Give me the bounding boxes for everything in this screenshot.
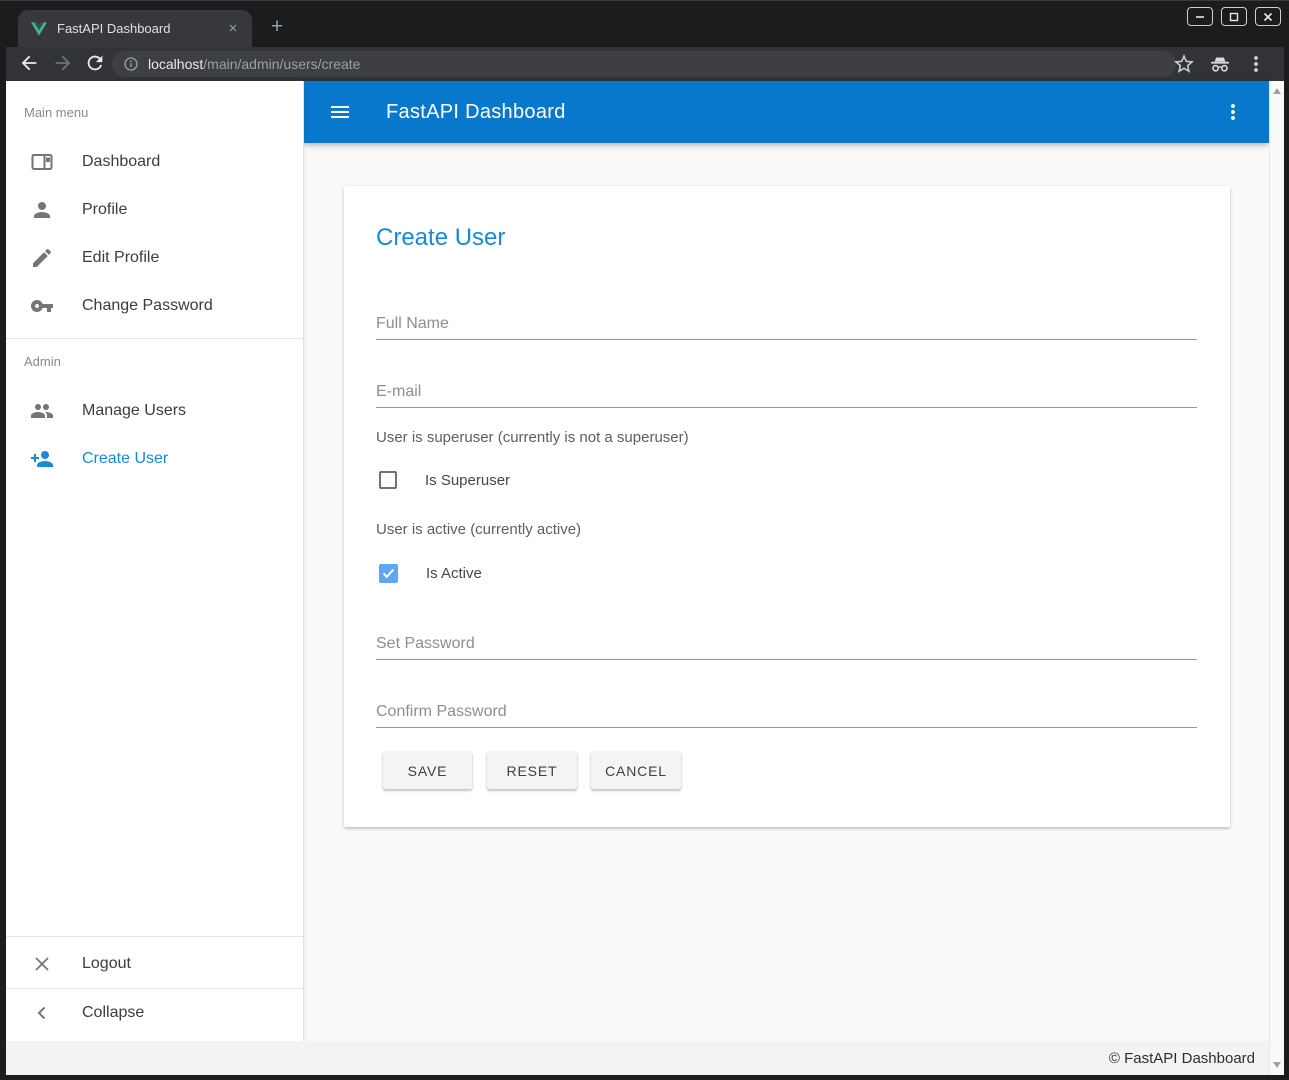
maximize-icon[interactable] <box>1221 7 1247 26</box>
browser-kebab-menu-icon[interactable] <box>1244 52 1268 76</box>
url-path: /main/admin/users/create <box>203 56 360 72</box>
sidebar-divider <box>6 936 303 937</box>
sidebar: Main menu Dashboard Profile Edit Profile <box>6 81 304 1041</box>
chevron-left-icon <box>30 1001 54 1025</box>
pencil-icon <box>30 246 54 270</box>
browser-toolbar: localhost/main/admin/users/create <box>6 47 1284 81</box>
sidebar-item-label: Edit Profile <box>82 249 159 267</box>
forward-icon[interactable] <box>52 52 76 76</box>
sidebar-item-logout[interactable]: Logout <box>6 940 303 988</box>
url-host: localhost <box>148 56 203 72</box>
scrollbar-down-icon[interactable] <box>1273 1062 1281 1068</box>
sidebar-item-collapse[interactable]: Collapse <box>6 989 303 1037</box>
sidebar-item-label: Profile <box>82 201 127 219</box>
close-icon <box>30 952 54 976</box>
reset-button[interactable]: RESET <box>487 752 577 789</box>
sidebar-item-label: Create User <box>82 450 168 468</box>
checkbox-checked-icon[interactable] <box>379 564 398 583</box>
reload-icon[interactable] <box>84 52 108 76</box>
is-active-checkbox[interactable]: Is Active <box>379 564 482 583</box>
person-icon <box>30 198 54 222</box>
sidebar-item-label: Change Password <box>82 297 213 315</box>
key-icon <box>30 294 54 318</box>
sidebar-item-label: Dashboard <box>82 153 160 171</box>
sidebar-item-edit-profile[interactable]: Edit Profile <box>6 234 303 282</box>
window-controls <box>1187 7 1281 26</box>
active-hint: User is active (currently active) <box>376 521 581 538</box>
confirm-password-field[interactable] <box>376 696 1197 728</box>
browser-tab[interactable]: FastAPI Dashboard × <box>18 10 252 47</box>
page-footer: © FastAPI Dashboard <box>6 1041 1269 1075</box>
new-tab-button[interactable]: + <box>264 15 290 41</box>
close-window-icon[interactable] <box>1255 7 1281 26</box>
sidebar-item-change-password[interactable]: Change Password <box>6 282 303 330</box>
sidebar-divider <box>6 338 303 339</box>
card-title: Create User <box>376 224 505 252</box>
back-icon[interactable] <box>18 52 42 76</box>
cancel-button[interactable]: CANCEL <box>591 752 681 789</box>
browser-titlebar: FastAPI Dashboard × + <box>0 1 1289 47</box>
sidebar-item-profile[interactable]: Profile <box>6 186 303 234</box>
appbar-kebab-menu-icon[interactable] <box>1221 100 1245 124</box>
browser-window: FastAPI Dashboard × + <box>0 0 1289 1080</box>
url-bar[interactable]: localhost/main/admin/users/create <box>112 51 1176 77</box>
sidebar-item-create-user[interactable]: Create User <box>6 435 303 483</box>
sidebar-item-manage-users[interactable]: Manage Users <box>6 387 303 435</box>
dashboard-icon <box>30 150 54 174</box>
sidebar-item-label: Logout <box>82 955 131 973</box>
page-content: Main menu Dashboard Profile Edit Profile <box>6 81 1284 1075</box>
superuser-hint: User is superuser (currently is not a su… <box>376 429 689 446</box>
copyright-text: © FastAPI Dashboard <box>1109 1050 1255 1067</box>
save-button[interactable]: SAVE <box>383 752 472 789</box>
hamburger-menu-icon[interactable] <box>328 100 352 124</box>
tab-title: FastAPI Dashboard <box>57 21 224 36</box>
vue-logo-icon <box>31 22 47 36</box>
incognito-icon <box>1208 52 1232 76</box>
sidebar-item-label: Manage Users <box>82 402 186 420</box>
checkbox-unchecked-icon[interactable] <box>379 471 397 489</box>
checkbox-label: Is Superuser <box>425 472 510 489</box>
info-icon[interactable] <box>123 56 139 72</box>
star-icon[interactable] <box>1172 52 1196 76</box>
sidebar-section-header-main-menu: Main menu <box>24 105 88 120</box>
email-field[interactable] <box>376 376 1197 408</box>
minimize-icon[interactable] <box>1187 7 1213 26</box>
create-user-card: Create User User is superuser (currently… <box>344 186 1230 827</box>
sidebar-section-header-admin: Admin <box>24 354 61 369</box>
checkbox-label: Is Active <box>426 565 482 582</box>
scrollbar-up-icon[interactable] <box>1273 88 1281 94</box>
person-add-icon <box>30 447 54 471</box>
sidebar-item-label: Collapse <box>82 1004 144 1022</box>
tab-close-icon[interactable]: × <box>224 20 242 38</box>
is-superuser-checkbox[interactable]: Is Superuser <box>379 471 510 489</box>
appbar-title: FastAPI Dashboard <box>386 101 566 124</box>
set-password-field[interactable] <box>376 628 1197 660</box>
page-scrollbar[interactable] <box>1269 81 1284 1075</box>
people-icon <box>30 399 54 423</box>
full-name-field[interactable] <box>376 308 1197 340</box>
sidebar-item-dashboard[interactable]: Dashboard <box>6 138 303 186</box>
appbar: FastAPI Dashboard <box>304 81 1269 143</box>
